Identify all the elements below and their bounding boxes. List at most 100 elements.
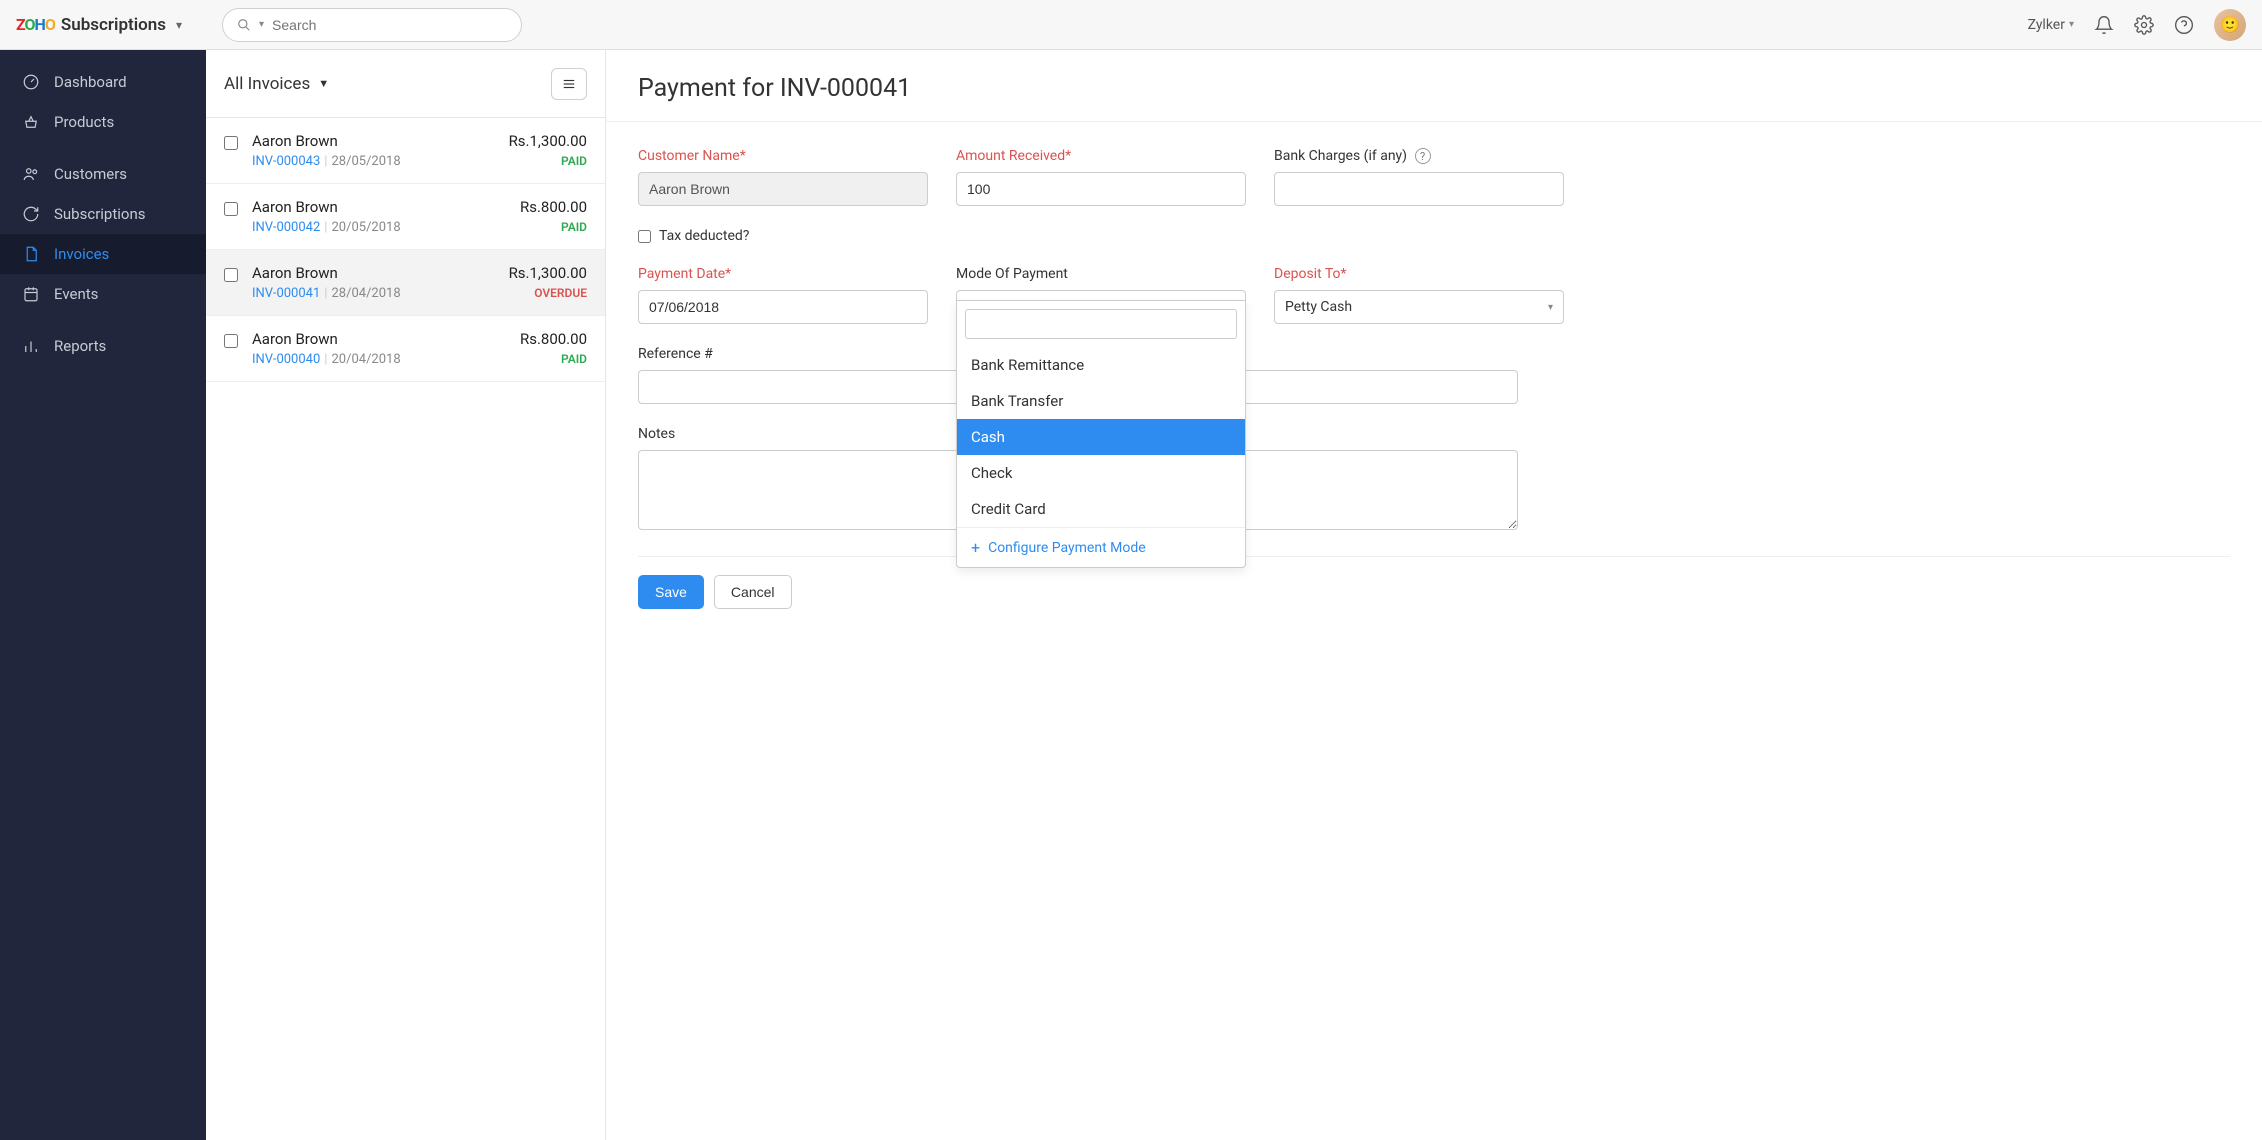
avatar[interactable]: 🙂 (2214, 9, 2246, 41)
chevron-down-icon: ▾ (259, 19, 264, 30)
label-bank-charges: Bank Charges (if any) ? (1274, 148, 1564, 164)
invoice-customer-name: Aaron Brown (252, 198, 506, 216)
invoice-icon (22, 245, 40, 263)
invoice-amount: Rs.800.00 (520, 198, 587, 216)
label-tax-deducted: Tax deducted? (659, 228, 749, 244)
amount-received-input[interactable] (956, 172, 1246, 206)
customer-name-input (638, 172, 928, 206)
cancel-button[interactable]: Cancel (714, 575, 792, 609)
invoice-number-link[interactable]: INV-000042 (252, 220, 320, 235)
invoice-date: 28/04/2018 (331, 286, 400, 301)
caret-down-icon: ▼ (318, 77, 329, 90)
bar-chart-icon (22, 337, 40, 355)
topbar: ZOHO Subscriptions ▾ ▾ Zylker ▾ 🙂 (0, 0, 2262, 50)
logo-area[interactable]: ZOHO Subscriptions ▾ (16, 15, 206, 35)
sidebar-item-customers[interactable]: Customers (0, 154, 206, 194)
invoice-row-checkbox[interactable] (224, 136, 238, 150)
page-title: Payment for INV-000041 (638, 74, 2230, 103)
invoice-amount: Rs.1,300.00 (509, 264, 587, 282)
invoice-row[interactable]: Aaron Brown INV-000043|28/05/2018 Rs.1,3… (206, 118, 605, 184)
invoice-list-panel: All Invoices ▼ Aaron Brown INV-000043|28… (206, 50, 606, 1140)
sidebar-item-label: Products (54, 113, 114, 131)
invoice-row[interactable]: Aaron Brown INV-000042|20/05/2018 Rs.800… (206, 184, 605, 250)
payment-date-input[interactable] (638, 290, 928, 324)
search-icon (237, 18, 251, 32)
save-button[interactable]: Save (638, 575, 704, 609)
payment-mode-option[interactable]: Bank Transfer (957, 383, 1245, 419)
invoice-row-checkbox[interactable] (224, 268, 238, 282)
sidebar-item-label: Customers (54, 165, 127, 183)
sidebar-item-invoices[interactable]: Invoices (0, 234, 206, 274)
invoice-status-badge: OVERDUE (509, 286, 587, 300)
label-notes: Notes (638, 426, 2230, 442)
list-filter-dropdown[interactable]: All Invoices ▼ (224, 74, 329, 94)
sidebar: Dashboard Products Customers Subscriptio… (0, 50, 206, 1140)
chevron-down-icon: ▾ (176, 18, 182, 32)
menu-icon (561, 77, 577, 91)
invoice-status-badge: PAID (509, 154, 587, 168)
users-icon (22, 165, 40, 183)
sidebar-item-events[interactable]: Events (0, 274, 206, 314)
invoice-amount: Rs.1,300.00 (509, 132, 587, 150)
payment-mode-option[interactable]: Credit Card (957, 491, 1245, 527)
sidebar-item-label: Subscriptions (54, 205, 145, 223)
payment-mode-option[interactable]: Bank Remittance (957, 347, 1245, 383)
sidebar-item-dashboard[interactable]: Dashboard (0, 62, 206, 102)
invoice-status-badge: PAID (520, 220, 587, 234)
invoice-row[interactable]: Aaron Brown INV-000041|28/04/2018 Rs.1,3… (206, 250, 605, 316)
search-box[interactable]: ▾ (222, 8, 522, 42)
tax-deducted-checkbox[interactable] (638, 230, 651, 243)
sidebar-item-products[interactable]: Products (0, 102, 206, 142)
invoice-date: 28/05/2018 (331, 154, 400, 169)
sidebar-item-label: Dashboard (54, 73, 127, 91)
mode-of-payment-dropdown: Bank RemittanceBank TransferCashCheckCre… (956, 300, 1246, 568)
sidebar-item-label: Reports (54, 337, 106, 355)
invoice-date: 20/05/2018 (331, 220, 400, 235)
invoice-row[interactable]: Aaron Brown INV-000040|20/04/2018 Rs.800… (206, 316, 605, 382)
dropdown-search-input[interactable] (965, 309, 1237, 339)
deposit-to-select[interactable]: Petty Cash ▾ (1274, 290, 1564, 324)
zoho-logo: ZOHO (16, 15, 55, 34)
invoice-row-checkbox[interactable] (224, 334, 238, 348)
caret-down-icon: ▾ (1548, 302, 1553, 313)
list-menu-button[interactable] (551, 68, 587, 100)
calendar-icon (22, 285, 40, 303)
bank-charges-input[interactable] (1274, 172, 1564, 206)
help-tooltip-icon[interactable]: ? (1415, 148, 1431, 164)
org-name: Zylker (2028, 17, 2065, 33)
sidebar-item-label: Events (54, 285, 98, 303)
invoice-status-badge: PAID (520, 352, 587, 366)
bell-icon[interactable] (2094, 15, 2114, 35)
invoice-amount: Rs.800.00 (520, 330, 587, 348)
help-icon[interactable] (2174, 15, 2194, 35)
product-name: Subscriptions (61, 15, 166, 35)
payment-mode-option[interactable]: Cash (957, 419, 1245, 455)
tax-deducted-checkbox-row[interactable]: Tax deducted? (638, 228, 928, 244)
invoice-customer-name: Aaron Brown (252, 132, 495, 150)
dashboard-icon (22, 73, 40, 91)
label-customer-name: Customer Name* (638, 148, 928, 164)
chevron-down-icon: ▾ (2069, 19, 2074, 30)
basket-icon (22, 113, 40, 131)
invoice-number-link[interactable]: INV-000040 (252, 352, 320, 367)
invoice-number-link[interactable]: INV-000041 (252, 286, 320, 301)
invoice-customer-name: Aaron Brown (252, 264, 495, 282)
sidebar-item-label: Invoices (54, 245, 109, 263)
invoice-number-link[interactable]: INV-000043 (252, 154, 320, 169)
label-amount-received: Amount Received* (956, 148, 1246, 164)
sidebar-item-subscriptions[interactable]: Subscriptions (0, 194, 206, 234)
content-panel: Payment for INV-000041 Customer Name* Am… (606, 50, 2262, 1140)
invoice-customer-name: Aaron Brown (252, 330, 506, 348)
plus-icon: + (971, 538, 980, 557)
gear-icon[interactable] (2134, 15, 2154, 35)
invoice-row-checkbox[interactable] (224, 202, 238, 216)
org-switcher[interactable]: Zylker ▾ (2028, 17, 2074, 33)
configure-payment-mode-link[interactable]: + Configure Payment Mode (957, 527, 1245, 567)
label-mode-of-payment: Mode Of Payment (956, 266, 1246, 282)
invoice-date: 20/04/2018 (331, 352, 400, 367)
search-input[interactable] (272, 17, 507, 33)
sidebar-item-reports[interactable]: Reports (0, 326, 206, 366)
label-payment-date: Payment Date* (638, 266, 928, 282)
payment-mode-option[interactable]: Check (957, 455, 1245, 491)
list-title: All Invoices (224, 74, 310, 94)
